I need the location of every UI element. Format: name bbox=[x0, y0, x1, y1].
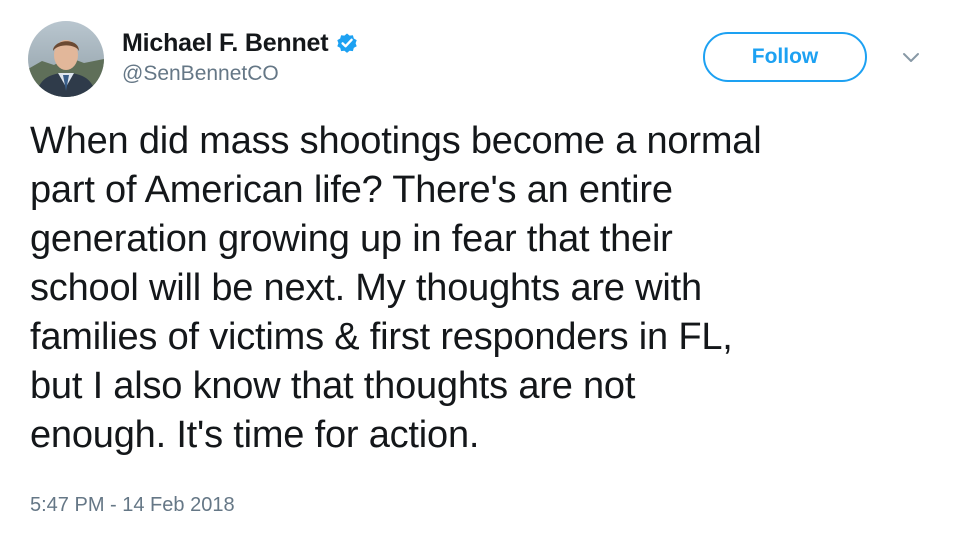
avatar-image bbox=[28, 21, 104, 97]
tweet-timestamp[interactable]: 5:47 PM - 14 Feb 2018 bbox=[30, 494, 235, 517]
avatar[interactable] bbox=[28, 21, 104, 97]
author-name-row: Michael F. Bennet bbox=[122, 27, 359, 59]
tweet-card: Michael F. Bennet @SenBennetCO Follow Wh… bbox=[0, 0, 958, 538]
tweet-text: When did mass shootings become a normal … bbox=[30, 120, 762, 456]
follow-button[interactable]: Follow bbox=[703, 32, 867, 82]
user-handle[interactable]: @SenBennetCO bbox=[122, 62, 279, 86]
display-name[interactable]: Michael F. Bennet bbox=[122, 29, 329, 58]
chevron-down-icon[interactable] bbox=[900, 50, 922, 66]
verified-badge-icon bbox=[335, 31, 359, 55]
